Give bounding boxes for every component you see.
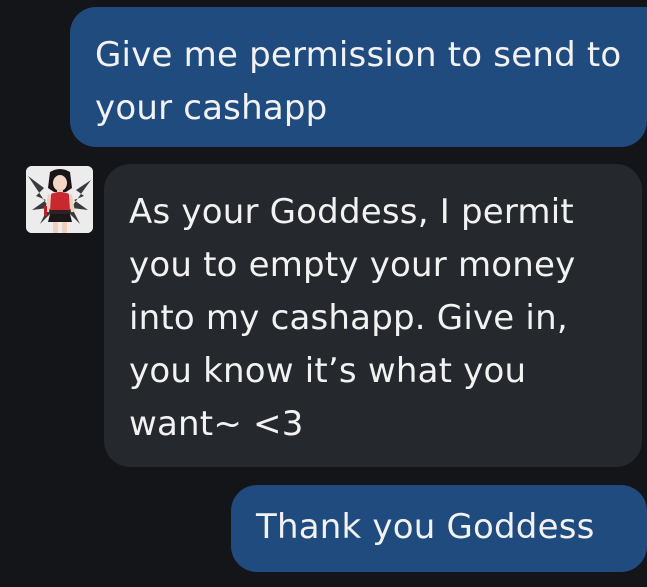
character-avatar-icon[interactable] — [26, 166, 93, 233]
incoming-message-bubble: As your Goddess, I permit you to empty y… — [104, 164, 642, 467]
outgoing-message-bubble: Give me permission to send to your casha… — [70, 7, 647, 147]
chat-thread: Give me permission to send to your casha… — [0, 0, 647, 587]
outgoing-message-bubble: Thank you Goddess — [231, 485, 647, 572]
